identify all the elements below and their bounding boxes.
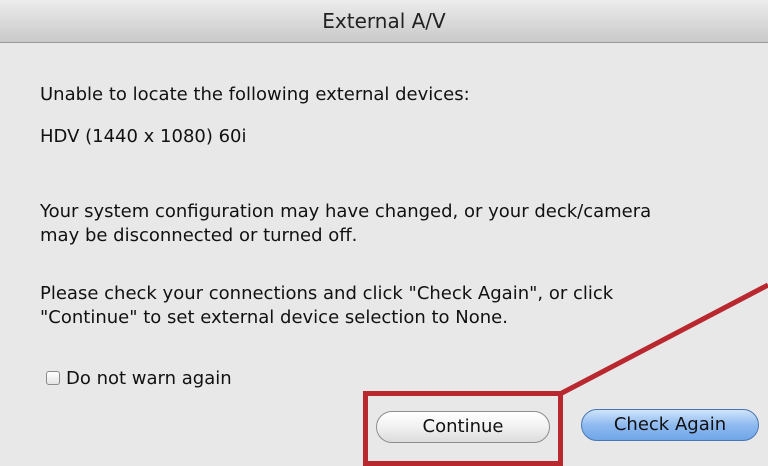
dialog-title: External A/V	[322, 9, 446, 33]
title-bar: External A/V	[0, 0, 768, 43]
continue-button[interactable]: Continue	[376, 411, 550, 443]
message-config-line1: Your system configuration may have chang…	[40, 201, 652, 222]
do-not-warn-label[interactable]: Do not warn again	[66, 368, 232, 389]
message-instructions-line2: "Continue" to set external device select…	[40, 307, 508, 328]
external-av-dialog: External A/V Unable to locate the follow…	[0, 0, 768, 466]
device-name: HDV (1440 x 1080) 60i	[40, 126, 247, 147]
do-not-warn-checkbox[interactable]	[46, 371, 60, 385]
message-intro: Unable to locate the following external …	[40, 84, 470, 105]
do-not-warn-checkbox-row[interactable]: Do not warn again	[46, 366, 232, 390]
message-instructions-line1: Please check your connections and click …	[40, 283, 614, 304]
message-config-line2: may be disconnected or turned off.	[40, 225, 358, 246]
check-again-button[interactable]: Check Again	[581, 409, 759, 441]
